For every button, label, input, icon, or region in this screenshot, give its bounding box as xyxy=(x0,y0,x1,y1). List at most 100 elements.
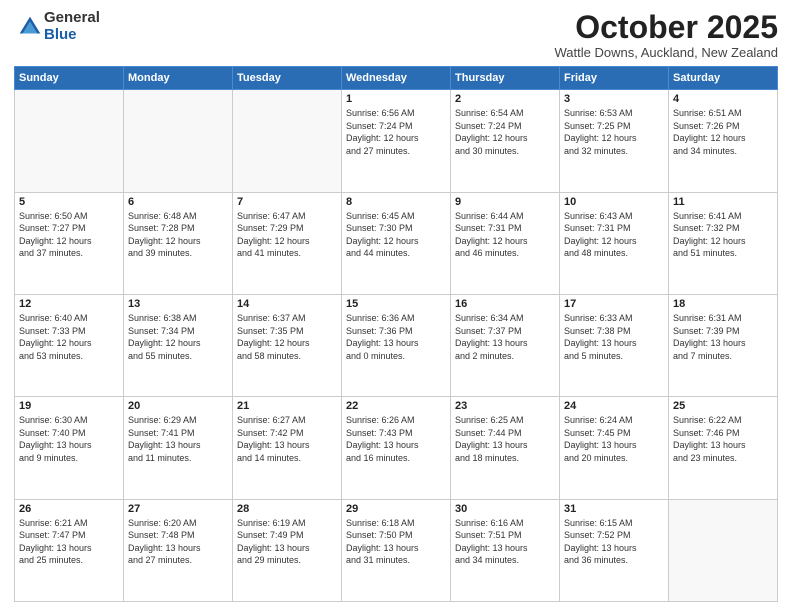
day-info: Sunrise: 6:27 AM Sunset: 7:42 PM Dayligh… xyxy=(237,414,337,464)
day-cell-3-1: 12 Sunrise: 6:40 AM Sunset: 7:33 PM Dayli… xyxy=(15,294,124,396)
day-cell-1-3 xyxy=(233,90,342,192)
day-info: Sunrise: 6:20 AM Sunset: 7:48 PM Dayligh… xyxy=(128,517,228,567)
day-cell-3-5: 16 Sunrise: 6:34 AM Sunset: 7:37 PM Dayli… xyxy=(451,294,560,396)
logo-blue-text: Blue xyxy=(44,27,100,44)
day-number: 10 xyxy=(564,196,664,208)
day-info: Sunrise: 6:31 AM Sunset: 7:39 PM Dayligh… xyxy=(673,312,773,362)
day-cell-2-2: 6 Sunrise: 6:48 AM Sunset: 7:28 PM Daylig… xyxy=(124,192,233,294)
day-info: Sunrise: 6:56 AM Sunset: 7:24 PM Dayligh… xyxy=(346,107,446,157)
day-number: 6 xyxy=(128,196,228,208)
day-number: 13 xyxy=(128,298,228,310)
day-cell-1-1 xyxy=(15,90,124,192)
day-number: 22 xyxy=(346,400,446,412)
day-number: 21 xyxy=(237,400,337,412)
day-number: 17 xyxy=(564,298,664,310)
day-cell-4-4: 22Sunrise: 6:26 AM Sunset: 7:43 PM Dayli… xyxy=(342,397,451,499)
week-row-3: 12 Sunrise: 6:40 AM Sunset: 7:33 PM Dayli… xyxy=(15,294,778,396)
day-number: 24 xyxy=(564,400,664,412)
page: General Blue October 2025 Wattle Downs, … xyxy=(0,0,792,612)
day-number: 5 xyxy=(19,196,119,208)
day-info: Sunrise: 6:41 AM Sunset: 7:32 PM Dayligh… xyxy=(673,210,773,260)
day-cell-4-3: 21 Sunrise: 6:27 AM Sunset: 7:42 PM Dayli… xyxy=(233,397,342,499)
day-cell-2-5: 9Sunrise: 6:44 AM Sunset: 7:31 PM Daylig… xyxy=(451,192,560,294)
day-cell-5-4: 29 Sunrise: 6:18 AM Sunset: 7:50 PM Dayli… xyxy=(342,499,451,601)
location: Wattle Downs, Auckland, New Zealand xyxy=(554,45,778,60)
day-cell-5-7 xyxy=(669,499,778,601)
col-sunday: Sunday xyxy=(15,67,124,90)
logo-text: General Blue xyxy=(44,10,100,43)
day-number: 30 xyxy=(455,503,555,515)
day-cell-1-7: 4Sunrise: 6:51 AM Sunset: 7:26 PM Daylig… xyxy=(669,90,778,192)
logo-icon xyxy=(16,13,44,41)
day-info: Sunrise: 6:48 AM Sunset: 7:28 PM Dayligh… xyxy=(128,210,228,260)
day-number: 16 xyxy=(455,298,555,310)
col-saturday: Saturday xyxy=(669,67,778,90)
day-info: Sunrise: 6:18 AM Sunset: 7:50 PM Dayligh… xyxy=(346,517,446,567)
day-info: Sunrise: 6:29 AM Sunset: 7:41 PM Dayligh… xyxy=(128,414,228,464)
day-number: 31 xyxy=(564,503,664,515)
day-info: Sunrise: 6:53 AM Sunset: 7:25 PM Dayligh… xyxy=(564,107,664,157)
day-number: 28 xyxy=(237,503,337,515)
day-cell-4-5: 23Sunrise: 6:25 AM Sunset: 7:44 PM Dayli… xyxy=(451,397,560,499)
day-cell-2-7: 11Sunrise: 6:41 AM Sunset: 7:32 PM Dayli… xyxy=(669,192,778,294)
day-cell-3-6: 17 Sunrise: 6:33 AM Sunset: 7:38 PM Dayli… xyxy=(560,294,669,396)
day-info: Sunrise: 6:33 AM Sunset: 7:38 PM Dayligh… xyxy=(564,312,664,362)
day-info: Sunrise: 6:24 AM Sunset: 7:45 PM Dayligh… xyxy=(564,414,664,464)
header: General Blue October 2025 Wattle Downs, … xyxy=(14,10,778,60)
day-number: 2 xyxy=(455,93,555,105)
day-cell-5-2: 27Sunrise: 6:20 AM Sunset: 7:48 PM Dayli… xyxy=(124,499,233,601)
day-number: 25 xyxy=(673,400,773,412)
day-cell-1-5: 2 Sunrise: 6:54 AM Sunset: 7:24 PM Daylig… xyxy=(451,90,560,192)
day-cell-1-6: 3 Sunrise: 6:53 AM Sunset: 7:25 PM Daylig… xyxy=(560,90,669,192)
day-cell-5-5: 30Sunrise: 6:16 AM Sunset: 7:51 PM Dayli… xyxy=(451,499,560,601)
day-number: 15 xyxy=(346,298,446,310)
day-number: 29 xyxy=(346,503,446,515)
day-cell-2-4: 8 Sunrise: 6:45 AM Sunset: 7:30 PM Daylig… xyxy=(342,192,451,294)
logo: General Blue xyxy=(14,10,100,43)
day-info: Sunrise: 6:30 AM Sunset: 7:40 PM Dayligh… xyxy=(19,414,119,464)
week-row-2: 5 Sunrise: 6:50 AM Sunset: 7:27 PM Daylig… xyxy=(15,192,778,294)
day-cell-2-3: 7 Sunrise: 6:47 AM Sunset: 7:29 PM Daylig… xyxy=(233,192,342,294)
day-number: 4 xyxy=(673,93,773,105)
calendar-table: Sunday Monday Tuesday Wednesday Thursday… xyxy=(14,66,778,602)
day-info: Sunrise: 6:47 AM Sunset: 7:29 PM Dayligh… xyxy=(237,210,337,260)
day-info: Sunrise: 6:34 AM Sunset: 7:37 PM Dayligh… xyxy=(455,312,555,362)
day-number: 26 xyxy=(19,503,119,515)
col-thursday: Thursday xyxy=(451,67,560,90)
day-info: Sunrise: 6:50 AM Sunset: 7:27 PM Dayligh… xyxy=(19,210,119,260)
calendar-header-row: Sunday Monday Tuesday Wednesday Thursday… xyxy=(15,67,778,90)
day-number: 1 xyxy=(346,93,446,105)
day-cell-4-7: 25 Sunrise: 6:22 AM Sunset: 7:46 PM Dayli… xyxy=(669,397,778,499)
day-number: 7 xyxy=(237,196,337,208)
logo-general-text: General xyxy=(44,10,100,27)
day-cell-5-1: 26Sunrise: 6:21 AM Sunset: 7:47 PM Dayli… xyxy=(15,499,124,601)
day-number: 3 xyxy=(564,93,664,105)
day-info: Sunrise: 6:38 AM Sunset: 7:34 PM Dayligh… xyxy=(128,312,228,362)
day-number: 14 xyxy=(237,298,337,310)
day-info: Sunrise: 6:54 AM Sunset: 7:24 PM Dayligh… xyxy=(455,107,555,157)
day-number: 20 xyxy=(128,400,228,412)
day-cell-3-7: 18Sunrise: 6:31 AM Sunset: 7:39 PM Dayli… xyxy=(669,294,778,396)
day-number: 9 xyxy=(455,196,555,208)
col-friday: Friday xyxy=(560,67,669,90)
title-block: October 2025 Wattle Downs, Auckland, New… xyxy=(554,10,778,60)
day-number: 8 xyxy=(346,196,446,208)
day-cell-4-2: 20 Sunrise: 6:29 AM Sunset: 7:41 PM Dayli… xyxy=(124,397,233,499)
day-info: Sunrise: 6:37 AM Sunset: 7:35 PM Dayligh… xyxy=(237,312,337,362)
week-row-5: 26Sunrise: 6:21 AM Sunset: 7:47 PM Dayli… xyxy=(15,499,778,601)
day-cell-5-6: 31Sunrise: 6:15 AM Sunset: 7:52 PM Dayli… xyxy=(560,499,669,601)
day-info: Sunrise: 6:43 AM Sunset: 7:31 PM Dayligh… xyxy=(564,210,664,260)
day-info: Sunrise: 6:40 AM Sunset: 7:33 PM Dayligh… xyxy=(19,312,119,362)
day-info: Sunrise: 6:22 AM Sunset: 7:46 PM Dayligh… xyxy=(673,414,773,464)
day-cell-4-6: 24 Sunrise: 6:24 AM Sunset: 7:45 PM Dayli… xyxy=(560,397,669,499)
day-number: 19 xyxy=(19,400,119,412)
week-row-4: 19 Sunrise: 6:30 AM Sunset: 7:40 PM Dayli… xyxy=(15,397,778,499)
month-title: October 2025 xyxy=(554,10,778,45)
week-row-1: 1 Sunrise: 6:56 AM Sunset: 7:24 PM Daylig… xyxy=(15,90,778,192)
day-info: Sunrise: 6:45 AM Sunset: 7:30 PM Dayligh… xyxy=(346,210,446,260)
day-info: Sunrise: 6:25 AM Sunset: 7:44 PM Dayligh… xyxy=(455,414,555,464)
day-number: 12 xyxy=(19,298,119,310)
day-cell-4-1: 19 Sunrise: 6:30 AM Sunset: 7:40 PM Dayli… xyxy=(15,397,124,499)
col-monday: Monday xyxy=(124,67,233,90)
day-cell-2-6: 10 Sunrise: 6:43 AM Sunset: 7:31 PM Dayli… xyxy=(560,192,669,294)
